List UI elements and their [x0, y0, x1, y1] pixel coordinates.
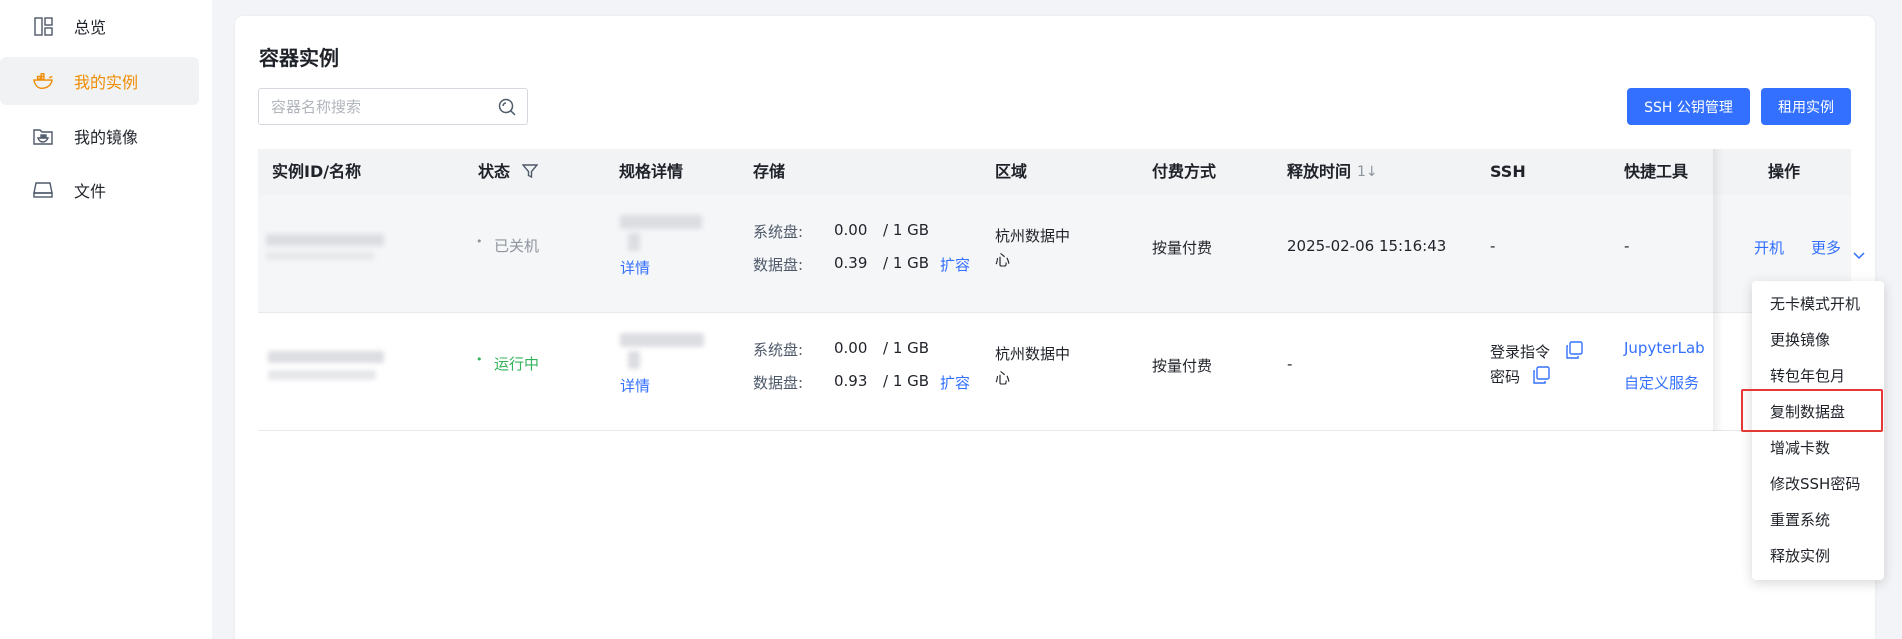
redacted-spec — [628, 233, 640, 251]
container-icon — [33, 71, 53, 91]
highlight-annotation — [1741, 389, 1883, 432]
instances-table: 实例ID/名称 状态 规格详情 存储 区域 付费方式 释放时间 1↓ SSH 快… — [235, 16, 1875, 639]
filter-icon[interactable] — [521, 163, 539, 183]
table-row: • 运行中 详情 系统盘: 0.00 / 1 GB 数据盘: 0.93 / 1 … — [258, 313, 1851, 431]
region-line-2: 心 — [995, 369, 1011, 387]
column-header-billing: 付费方式 — [1152, 162, 1217, 181]
expand-disk-link[interactable]: 扩容 — [940, 372, 970, 393]
detail-link[interactable]: 详情 — [620, 375, 650, 396]
column-header-ssh: SSH — [1490, 162, 1526, 181]
redacted-instance-name — [266, 252, 374, 260]
copy-icon[interactable] — [1532, 366, 1550, 388]
status-text: 已关机 — [494, 237, 540, 255]
system-disk-total: / 1 GB — [883, 221, 930, 239]
data-disk-label: 数据盘: — [753, 256, 804, 274]
more-actions-button[interactable]: 更多 — [1811, 237, 1841, 258]
dashboard-icon — [33, 16, 53, 36]
ssh-login-command: 登录指令 — [1490, 343, 1551, 361]
column-header-release-time[interactable]: 释放时间 — [1287, 149, 1351, 195]
column-header-tools: 快捷工具 — [1624, 162, 1689, 181]
system-disk-label: 系统盘: — [753, 341, 804, 359]
tools-value: - — [1624, 237, 1630, 255]
sidebar-item-files[interactable]: 文件 — [0, 166, 199, 214]
drive-icon — [33, 180, 53, 200]
status-text: 运行中 — [494, 355, 540, 373]
billing-type: 按量付费 — [1152, 357, 1213, 375]
redacted-spec — [620, 333, 704, 347]
redacted-instance-id — [268, 351, 384, 363]
column-header-status: 状态 — [478, 162, 511, 181]
data-disk-value: 0.93 — [834, 372, 868, 390]
data-disk-value: 0.39 — [834, 254, 868, 272]
sidebar-item-label: 文件 — [74, 182, 107, 201]
sort-icon[interactable]: 1↓ — [1357, 149, 1378, 195]
ssh-value: - — [1490, 237, 1496, 255]
redacted-spec — [628, 351, 640, 369]
column-header-region: 区域 — [995, 162, 1028, 181]
expand-disk-link[interactable]: 扩容 — [940, 254, 970, 275]
system-disk-label: 系统盘: — [753, 223, 804, 241]
release-time: - — [1287, 355, 1293, 373]
menu-item-no-gpu-start[interactable]: 无卡模式开机 — [1770, 293, 1860, 314]
redacted-spec — [620, 215, 702, 229]
table-header: 实例ID/名称 状态 规格详情 存储 区域 付费方式 释放时间 1↓ SSH 快… — [258, 149, 1851, 195]
column-header-spec: 规格详情 — [619, 162, 684, 181]
detail-link[interactable]: 详情 — [620, 257, 650, 278]
data-disk-total: / 1 GB — [883, 372, 930, 390]
system-disk-value: 0.00 — [834, 339, 868, 357]
sidebar-item-label: 我的镜像 — [74, 128, 139, 147]
region-line-2: 心 — [995, 251, 1011, 269]
fixed-column-shadow — [1713, 149, 1723, 431]
sidebar-item-overview[interactable]: 总览 — [0, 2, 199, 50]
menu-item-reset-system[interactable]: 重置系统 — [1770, 509, 1830, 530]
menu-item-release-instance[interactable]: 释放实例 — [1770, 545, 1830, 566]
redacted-instance-id — [266, 234, 384, 246]
region-line-1: 杭州数据中 — [995, 227, 1071, 245]
billing-type: 按量付费 — [1152, 239, 1213, 257]
column-header-operations: 操作 — [1768, 162, 1801, 181]
status-dot: • — [476, 235, 483, 248]
data-disk-label: 数据盘: — [753, 374, 804, 392]
copy-icon[interactable] — [1565, 341, 1583, 363]
data-disk-total: / 1 GB — [883, 254, 930, 272]
ssh-password: 密码 — [1490, 368, 1521, 386]
system-disk-value: 0.00 — [834, 221, 868, 239]
power-on-button[interactable]: 开机 — [1754, 237, 1784, 258]
sidebar-item-my-images[interactable]: 我的镜像 — [0, 112, 199, 160]
sidebar: 总览 我的实例 我的镜像 文件 — [0, 0, 212, 639]
status-dot: • — [476, 353, 483, 366]
menu-item-switch-subscription[interactable]: 转包年包月 — [1770, 365, 1845, 386]
redacted-instance-name — [268, 370, 376, 380]
sidebar-item-my-instances[interactable]: 我的实例 — [0, 57, 199, 105]
chevron-down-icon[interactable] — [1853, 245, 1865, 264]
custom-service-link[interactable]: 自定义服务 — [1624, 372, 1699, 393]
system-disk-total: / 1 GB — [883, 339, 930, 357]
jupyterlab-link[interactable]: JupyterLab — [1624, 339, 1705, 357]
sidebar-item-label: 总览 — [74, 18, 107, 37]
menu-item-adjust-gpu-count[interactable]: 增减卡数 — [1770, 437, 1830, 458]
column-header-storage: 存储 — [753, 162, 786, 181]
release-time: 2025-02-06 15:16:43 — [1287, 237, 1447, 255]
region-line-1: 杭州数据中 — [995, 345, 1071, 363]
column-header-id: 实例ID/名称 — [272, 162, 362, 181]
table-row: • 已关机 详情 系统盘: 0.00 / 1 GB 数据盘: 0.39 / 1 … — [258, 195, 1865, 313]
image-icon — [33, 126, 53, 146]
menu-item-change-image[interactable]: 更换镜像 — [1770, 329, 1830, 350]
menu-item-change-ssh-password[interactable]: 修改SSH密码 — [1770, 473, 1860, 494]
sidebar-item-label: 我的实例 — [74, 73, 139, 92]
